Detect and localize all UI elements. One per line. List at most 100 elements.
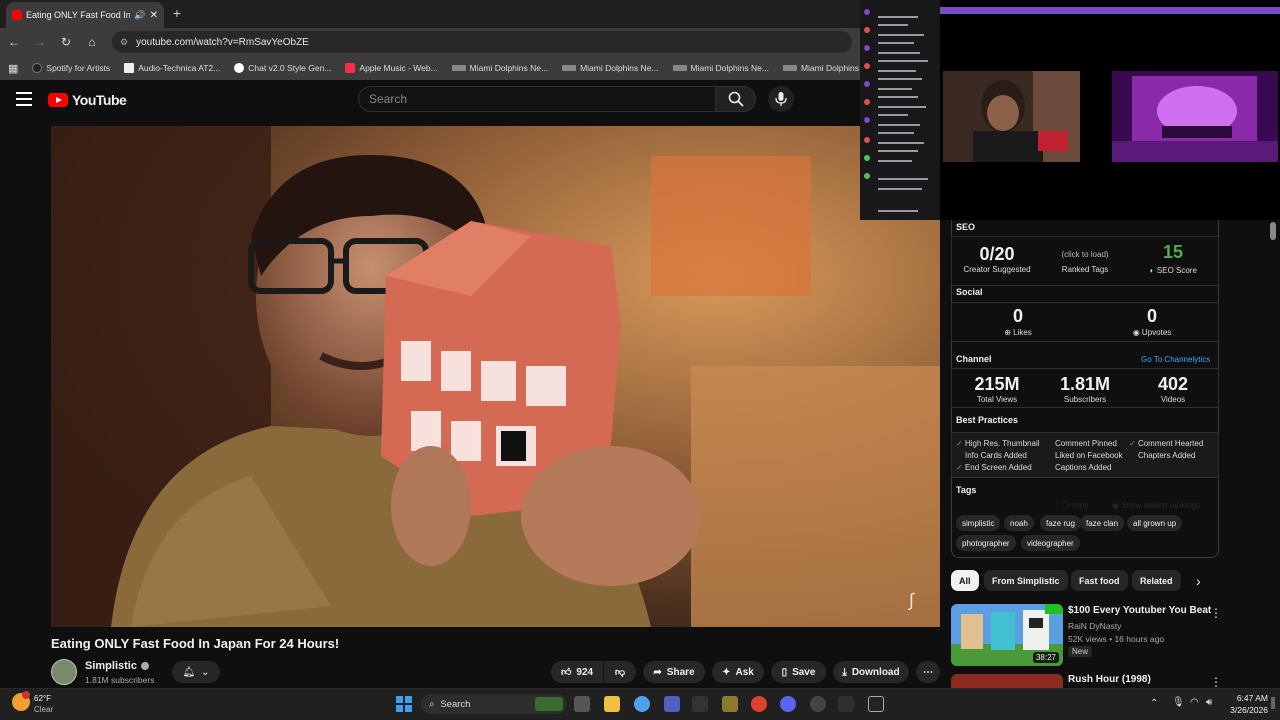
tag-chip[interactable]: all grown up [1127, 515, 1183, 531]
browser-tab[interactable]: Eating ONLY Fast Food In Ja 🔊 ✕ [6, 2, 164, 28]
bookmark-item[interactable]: Chat v2.0 Style Gen... [234, 63, 331, 73]
taskbar-search-box[interactable]: ⌕ Search [421, 694, 567, 714]
video-player[interactable]: ∫ [51, 126, 940, 627]
search-input[interactable]: Search [358, 86, 716, 112]
recommendation-thumbnail[interactable]: 38:27 [951, 604, 1063, 666]
youtube-logo[interactable]: YouTube [48, 92, 127, 108]
notification-bell-button[interactable]: 🔔︎ ⌄ [172, 661, 220, 683]
recommendation-thumbnail[interactable] [951, 674, 1063, 688]
search-button[interactable] [716, 86, 756, 112]
windows-start-icon[interactable] [396, 696, 412, 712]
channelytics-link[interactable]: Go To Channelytics [1141, 355, 1210, 364]
discord-icon[interactable] [780, 696, 796, 712]
video-title: Eating ONLY Fast Food In Japan For 24 Ho… [51, 636, 340, 651]
recommendation-channel[interactable]: RaiN DyNasty [1068, 621, 1121, 631]
microphone-tray-icon[interactable]: 🎙︎ [1172, 697, 1185, 708]
capture-icon[interactable] [868, 696, 884, 712]
mic-button[interactable] [768, 86, 794, 112]
clock-time[interactable]: 6:47 AM [1226, 693, 1268, 703]
file-explorer-icon[interactable] [604, 696, 620, 712]
likes-value: 0 [1012, 306, 1023, 326]
back-icon[interactable]: ← [2, 30, 26, 54]
recommendation-meta: 52K views • 16 hours ago [1068, 634, 1165, 644]
chevron-right-icon[interactable]: › [1196, 573, 1201, 589]
best-practice-label: Chapters Added [1138, 451, 1196, 460]
menu-icon[interactable] [16, 92, 32, 106]
url-text: youtube.com/watch?v=RmSavYeObZE [136, 36, 309, 48]
obs-icon[interactable] [810, 696, 826, 712]
seo-score-value: 15 [1162, 242, 1184, 262]
thumbs-down-icon: 👎︎ [614, 667, 626, 678]
webcam-feed [943, 71, 1080, 162]
ask-button[interactable]: ✦ Ask [712, 661, 764, 683]
dislike-button[interactable]: 👎︎ [604, 661, 636, 683]
home-icon[interactable]: ⌂ [80, 30, 104, 54]
ranked-tags-label: Ranked Tags [1061, 265, 1109, 274]
volume-icon[interactable]: 🔊︎ [1206, 697, 1212, 708]
task-view-icon[interactable] [574, 696, 590, 712]
copy-tags-button[interactable]: ❐ copy [1062, 501, 1088, 510]
taskbar-search-label: Search [440, 698, 471, 710]
check-icon: ✓ [956, 439, 965, 448]
upvotes-label-wrap: ◉ Upvotes [1110, 328, 1194, 337]
scrollbar-thumb[interactable] [1270, 222, 1276, 240]
more-vertical-icon[interactable]: ⋮ [1210, 606, 1222, 620]
address-bar[interactable]: ⚙ youtube.com/watch?v=RmSavYeObZE [112, 31, 852, 53]
chrome-icon[interactable] [751, 696, 767, 712]
tag-chip[interactable]: simplistic [956, 515, 1001, 531]
chevron-up-icon[interactable]: ⌃ [1150, 698, 1158, 709]
bookmark-item[interactable]: Spotify for Artists [32, 63, 110, 73]
bookmark-item[interactable]: Miami Dolphins Ne... [562, 63, 659, 73]
tag-chip[interactable]: videographer [1021, 535, 1080, 551]
chevron-down-icon: ⌄ [201, 666, 210, 678]
minecraft-icon[interactable] [722, 696, 738, 712]
clock-date[interactable]: 3/26/2026 [1222, 705, 1268, 715]
forward-icon[interactable]: → [28, 30, 52, 54]
subscribers-label: Subscribers [1063, 395, 1107, 404]
tag-chip[interactable]: faze clan [1080, 515, 1125, 531]
upvotes-label: Upvotes [1141, 328, 1172, 337]
channel-avatar[interactable] [51, 659, 77, 685]
share-button[interactable]: ➦ Share [643, 661, 705, 683]
bookmark-label: Spotify for Artists [46, 63, 111, 73]
video-frame: ∫ [51, 126, 940, 627]
notification-center-icon[interactable] [1271, 697, 1275, 709]
tag-chip[interactable]: noah [1004, 515, 1034, 531]
channel-name-text: Simplistic [85, 660, 137, 672]
recommendation-title[interactable]: $100 Every Youtuber You Beat [1068, 605, 1211, 616]
download-button[interactable]: ⤓ Download [833, 661, 909, 683]
teams-icon[interactable] [664, 696, 680, 712]
more-vertical-icon[interactable]: ⋮ [1210, 675, 1222, 689]
chip-from-simplistic[interactable]: From Simplistic [984, 570, 1068, 591]
show-rankings-toggle[interactable]: ◉ Show search rankings [1112, 501, 1200, 510]
recommendation-title[interactable]: Rush Hour (1998) [1068, 674, 1151, 685]
best-practice-item: Captions Added [1055, 463, 1112, 472]
close-tab-icon[interactable]: ✕ [150, 10, 158, 21]
bookmark-item[interactable]: Miami Dolphins Ne... [672, 63, 769, 73]
apps-grid-icon[interactable]: ▦ [8, 62, 18, 75]
bookmark-label: Audio-Technica AT2... [138, 63, 221, 73]
new-tab-button[interactable]: + [168, 4, 186, 22]
more-actions-button[interactable]: ⋯ [916, 661, 940, 683]
wifi-icon[interactable]: ◠ [1190, 697, 1199, 708]
xbox-icon[interactable] [692, 696, 708, 712]
speaker-icon[interactable]: 🔊 [134, 10, 145, 21]
ranked-tags-load[interactable]: (click to load) [1043, 250, 1127, 259]
best-practice-item: Comment Pinned [1055, 439, 1117, 448]
copilot-icon[interactable] [634, 696, 650, 712]
chip-all[interactable]: All [951, 570, 979, 591]
tag-chip[interactable]: photographer [956, 535, 1016, 551]
bookmark-item[interactable]: Apple Music - Web... [345, 63, 438, 73]
site-info-icon[interactable]: ⚙ [120, 37, 128, 48]
tag-chip[interactable]: faze rug [1040, 515, 1081, 531]
reload-icon[interactable]: ↻ [54, 30, 78, 54]
channel-name[interactable]: Simplistic [85, 660, 149, 672]
chip-fast-food[interactable]: Fast food [1071, 570, 1128, 591]
bookmark-item[interactable]: Miami Dolphins Ne... [451, 63, 548, 73]
bookmark-item[interactable]: Audio-Technica AT2... [124, 63, 220, 73]
like-button[interactable]: 👍︎ 924 [551, 661, 603, 683]
room-camera-image [1112, 71, 1278, 162]
chip-related[interactable]: Related [1132, 570, 1181, 591]
app-icon[interactable] [838, 696, 854, 712]
save-button[interactable]: ▯ Save [771, 661, 826, 683]
